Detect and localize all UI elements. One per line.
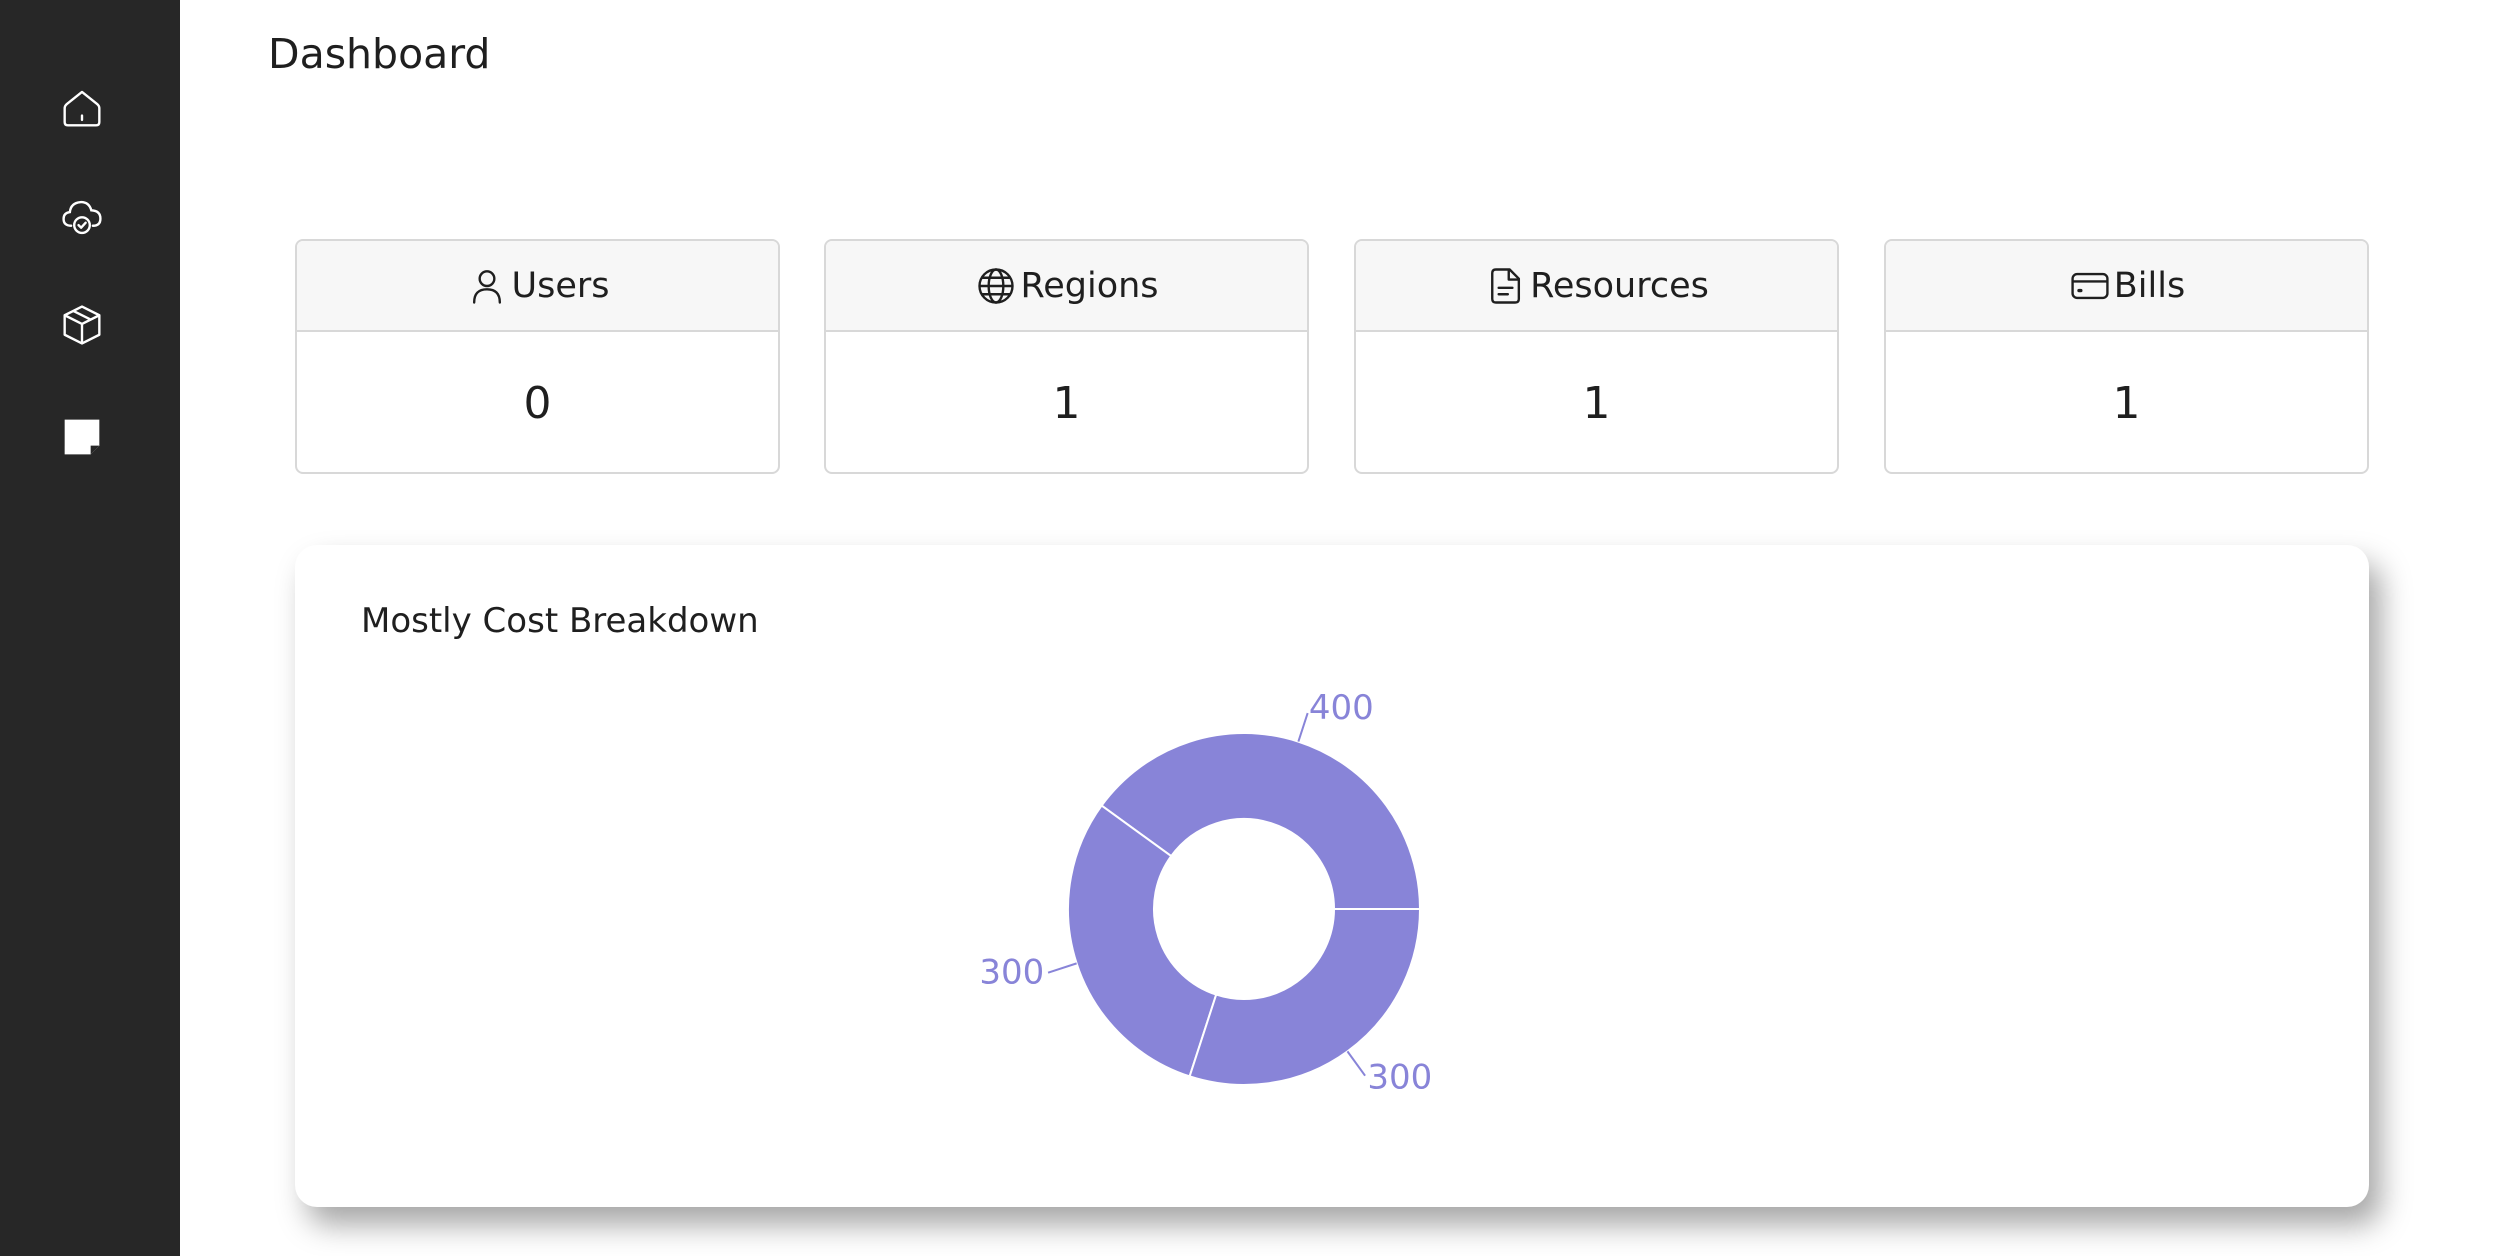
stat-card-users: Users 0 bbox=[295, 239, 780, 474]
stat-card-header: Bills bbox=[1886, 241, 2367, 332]
stat-value: 0 bbox=[523, 377, 552, 429]
stat-label: Users bbox=[511, 265, 610, 306]
stat-value: 1 bbox=[1052, 377, 1081, 429]
sidebar bbox=[0, 0, 180, 1256]
donut-slice[interactable] bbox=[1067, 804, 1218, 1078]
home-icon bbox=[63, 90, 101, 127]
stat-card-resources: Resources 1 bbox=[1354, 239, 1839, 474]
credit-card-icon bbox=[2071, 272, 2109, 299]
donut-chart: 400 300 300 bbox=[979, 688, 1432, 1098]
slice-value-label: 400 bbox=[1309, 688, 1374, 728]
stat-value: 1 bbox=[2112, 377, 2141, 429]
stat-label: Resources bbox=[1530, 265, 1709, 306]
label-leader-line bbox=[1047, 962, 1077, 974]
stat-card-regions: Regions 1 bbox=[824, 239, 1309, 474]
cost-breakdown-card: Mostly Cost Breakdown 400 300 300 bbox=[295, 545, 2369, 1207]
stat-card-bills: Bills 1 bbox=[1884, 239, 2369, 474]
stat-card-header: Users bbox=[297, 241, 778, 332]
slice-value-label: 300 bbox=[1367, 1057, 1432, 1097]
label-leader-line bbox=[1297, 712, 1309, 742]
document-icon bbox=[1491, 267, 1521, 304]
user-icon bbox=[473, 269, 502, 304]
page-title: Dashboard bbox=[268, 30, 491, 78]
cube-icon bbox=[63, 305, 101, 345]
stat-label: Bills bbox=[2113, 265, 2186, 306]
nav-cloud[interactable] bbox=[50, 184, 114, 248]
globe-icon bbox=[978, 267, 1015, 304]
stat-card-header: Resources bbox=[1356, 241, 1837, 332]
cloud-check-icon bbox=[62, 200, 102, 235]
nav-home[interactable] bbox=[50, 76, 114, 140]
label-leader-line bbox=[1346, 1050, 1366, 1077]
sticky-note-icon bbox=[64, 419, 100, 455]
slice-value-label: 300 bbox=[979, 952, 1044, 992]
stat-card-header: Regions bbox=[826, 241, 1307, 332]
stat-value: 1 bbox=[1582, 377, 1611, 429]
nav-notes[interactable] bbox=[50, 405, 114, 469]
nav-resources[interactable] bbox=[50, 293, 114, 357]
stat-label: Regions bbox=[1020, 265, 1159, 306]
